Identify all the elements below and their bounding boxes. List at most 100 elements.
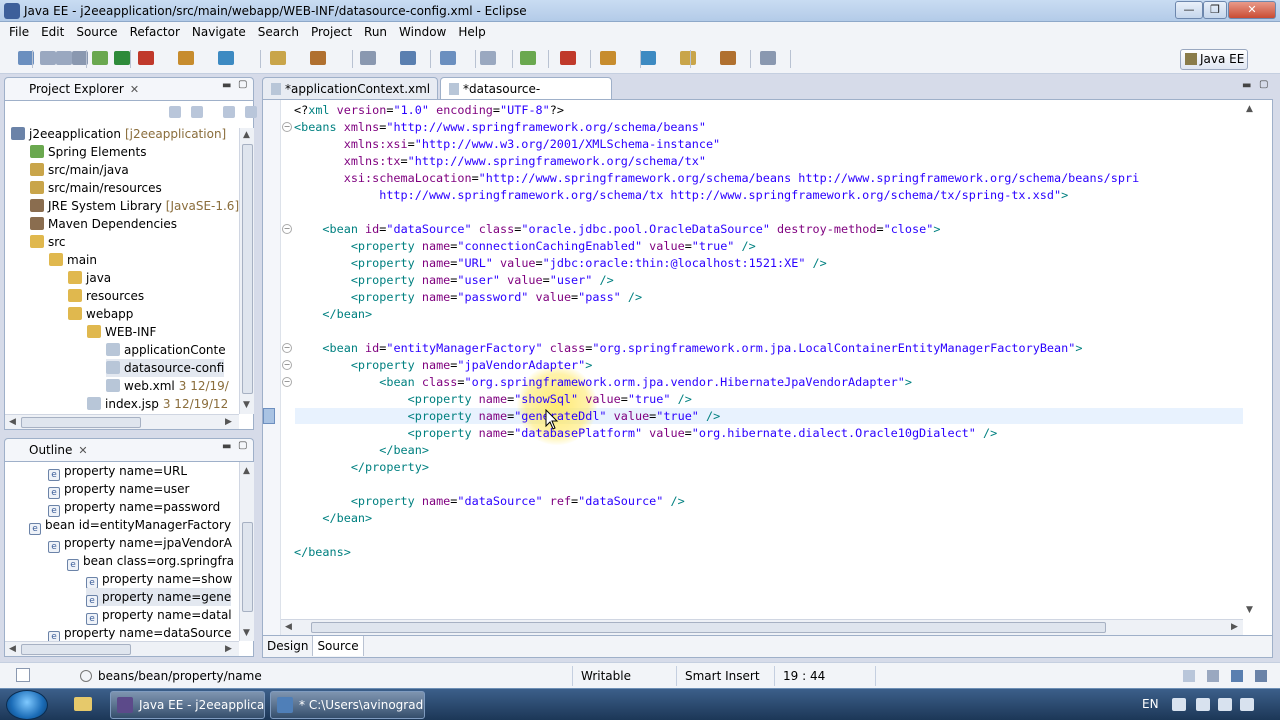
toolbar-tool-icon[interactable] bbox=[400, 51, 416, 65]
toolbar-tool-icon[interactable] bbox=[114, 51, 130, 65]
menu-refactor[interactable]: Refactor bbox=[124, 22, 186, 42]
fast-view-icon[interactable] bbox=[16, 668, 30, 682]
start-button[interactable] bbox=[6, 690, 48, 720]
menu-run[interactable]: Run bbox=[358, 22, 393, 42]
maximize-button[interactable]: ❐ bbox=[1203, 1, 1227, 19]
outline-item[interactable]: e property name=show bbox=[86, 570, 232, 589]
maximize-editor-icon[interactable]: ▢ bbox=[1259, 79, 1268, 90]
scroll-down-icon[interactable]: ▼ bbox=[1246, 605, 1253, 615]
toolbar-tool-icon[interactable] bbox=[720, 51, 736, 65]
menu-help[interactable]: Help bbox=[452, 22, 491, 42]
toolbar-tool-icon[interactable] bbox=[640, 51, 656, 65]
tree-item[interactable]: src bbox=[30, 233, 66, 251]
menu-window[interactable]: Window bbox=[393, 22, 452, 42]
outline-hscroll[interactable]: ◀ ▶ bbox=[5, 641, 239, 656]
toolbar-tool-icon[interactable] bbox=[92, 51, 108, 65]
view-menu-icon[interactable] bbox=[223, 106, 235, 118]
outline-item[interactable]: e property name=dataSource bbox=[48, 624, 232, 641]
scroll-right-icon[interactable]: ▶ bbox=[225, 644, 232, 654]
chevron-down-icon[interactable] bbox=[245, 106, 257, 118]
scroll-thumb[interactable] bbox=[242, 522, 253, 612]
toolbar-tool-icon[interactable] bbox=[360, 51, 376, 65]
tray-flag-icon[interactable] bbox=[1196, 698, 1210, 711]
fold-toggle-icon[interactable]: − bbox=[282, 224, 292, 234]
minimize-editor-icon[interactable]: ▬ bbox=[1242, 80, 1251, 91]
menu-navigate[interactable]: Navigate bbox=[186, 22, 252, 42]
tray-volume-icon[interactable] bbox=[1240, 698, 1254, 711]
tree-item[interactable]: j2eeapplication [j2eeapplication] bbox=[11, 125, 226, 143]
editor-vscroll[interactable]: ▲ ▼ bbox=[1243, 100, 1258, 618]
explorer-taskbar-button[interactable] bbox=[68, 692, 98, 716]
tree-item[interactable]: Maven Dependencies bbox=[30, 215, 177, 233]
fold-toggle-icon[interactable]: − bbox=[282, 122, 292, 132]
outline-vscroll[interactable]: ▲ ▼ bbox=[239, 462, 254, 641]
collapse-all-icon[interactable] bbox=[169, 106, 181, 118]
menu-search[interactable]: Search bbox=[252, 22, 305, 42]
menu-edit[interactable]: Edit bbox=[35, 22, 70, 42]
tab-datasource-config[interactable]: *datasource-config.xml✕ bbox=[440, 77, 612, 118]
status-tool-icon[interactable] bbox=[1255, 670, 1267, 682]
status-tool-icon[interactable] bbox=[1231, 670, 1243, 682]
toolbar-tool-icon[interactable] bbox=[218, 51, 234, 65]
outline-item[interactable]: e bean id=entityManagerFactory bbox=[29, 516, 231, 535]
scroll-down-icon[interactable]: ▼ bbox=[243, 400, 250, 410]
tab-project-explorer[interactable]: Project Explorer ✕ bbox=[4, 77, 254, 100]
tray-network-icon[interactable] bbox=[1218, 698, 1232, 711]
outline-item[interactable]: e bean class=org.springfra bbox=[67, 552, 234, 571]
code-area[interactable]: <?xml version="1.0" encoding="UTF-8"?> <b… bbox=[262, 99, 1242, 617]
code-text[interactable]: <?xml version="1.0" encoding="UTF-8"?> <b… bbox=[294, 102, 1139, 561]
tree-item[interactable]: webapp bbox=[68, 305, 133, 323]
scroll-right-icon[interactable]: ▶ bbox=[225, 417, 232, 427]
toolbar-tool-icon[interactable] bbox=[440, 51, 456, 65]
language-indicator[interactable]: EN bbox=[1142, 697, 1159, 711]
editor-hscroll[interactable]: ◀ ▶ bbox=[281, 619, 1243, 635]
maximize-view-icon[interactable]: ▢ bbox=[238, 79, 247, 90]
outline-item[interactable]: e property name=gene bbox=[86, 588, 232, 607]
tree-item[interactable]: java bbox=[68, 269, 111, 287]
menu-file[interactable]: File bbox=[3, 22, 35, 42]
tree-item[interactable]: WEB-INF bbox=[87, 323, 156, 341]
toolbar-tool-icon[interactable] bbox=[480, 51, 496, 65]
scroll-right-icon[interactable]: ▶ bbox=[1231, 622, 1238, 632]
tree-item[interactable]: JRE System Library [JavaSE-1.6] bbox=[30, 197, 239, 215]
fold-toggle-icon[interactable]: − bbox=[282, 343, 292, 353]
toolbar-tool-icon[interactable] bbox=[680, 51, 696, 65]
toolbar-tool-icon[interactable] bbox=[310, 51, 326, 65]
scroll-thumb[interactable] bbox=[311, 622, 1106, 633]
minimize-view-icon[interactable]: ▬ bbox=[222, 441, 231, 452]
taskbar-item[interactable]: Java EE - j2eeapplicat... bbox=[110, 691, 265, 719]
scroll-left-icon[interactable]: ◀ bbox=[9, 644, 16, 654]
scroll-up-icon[interactable]: ▲ bbox=[243, 130, 250, 140]
scroll-thumb[interactable] bbox=[242, 144, 253, 394]
tree-item[interactable]: src/main/resources bbox=[30, 179, 162, 197]
scroll-left-icon[interactable]: ◀ bbox=[9, 417, 16, 427]
toolbar-tool-icon[interactable] bbox=[600, 51, 616, 65]
outline-item[interactable]: e property name=jpaVendorA bbox=[48, 534, 232, 553]
tree-item[interactable]: datasource-confi bbox=[106, 359, 225, 377]
tree-item[interactable]: src/main/java bbox=[30, 161, 129, 179]
tree-item[interactable]: resources bbox=[68, 287, 144, 305]
status-tool-icon[interactable] bbox=[1207, 670, 1219, 682]
toolbar-tool-icon[interactable] bbox=[520, 51, 536, 65]
scroll-thumb[interactable] bbox=[21, 417, 141, 428]
link-editor-icon[interactable] bbox=[191, 106, 203, 118]
menu-project[interactable]: Project bbox=[305, 22, 358, 42]
toolbar-tool-icon[interactable] bbox=[560, 51, 576, 65]
menu-source[interactable]: Source bbox=[70, 22, 123, 42]
scroll-left-icon[interactable]: ◀ bbox=[285, 622, 292, 632]
tab-design[interactable]: Design bbox=[263, 636, 314, 656]
toolbar-tool-icon[interactable] bbox=[138, 51, 154, 65]
close-view-icon[interactable]: ✕ bbox=[130, 83, 139, 96]
close-view-icon[interactable]: ✕ bbox=[78, 444, 87, 457]
minimize-view-icon[interactable]: ▬ bbox=[222, 80, 231, 91]
outline-item[interactable]: e property name=datal bbox=[86, 606, 232, 625]
fold-toggle-icon[interactable]: − bbox=[282, 360, 292, 370]
close-button[interactable]: ✕ bbox=[1228, 1, 1276, 19]
outline-item[interactable]: e property name=URL bbox=[48, 462, 187, 481]
outline-item[interactable]: e property name=password bbox=[48, 498, 220, 517]
toolbar-tool-icon[interactable] bbox=[270, 51, 286, 65]
toolbar-tool-icon[interactable] bbox=[40, 51, 56, 65]
status-tool-icon[interactable] bbox=[1183, 670, 1195, 682]
project-explorer-vscroll[interactable]: ▲ ▼ bbox=[239, 128, 254, 414]
project-explorer-hscroll[interactable]: ◀ ▶ bbox=[5, 414, 239, 429]
